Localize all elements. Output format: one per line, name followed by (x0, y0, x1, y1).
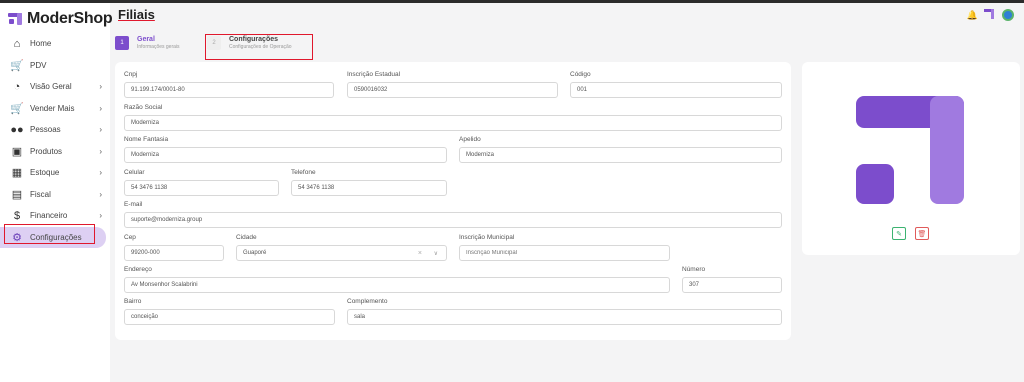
sidebar-item-label: Vender Mais (30, 103, 75, 113)
sidebar-item-estoque[interactable]: ▦ Estoque › (0, 162, 110, 184)
telefone-field[interactable]: 54 3476 1138 (291, 180, 447, 196)
cidade-select[interactable]: Guaporé × ∨ (236, 245, 447, 261)
inscricao-estadual-label: Inscrição Estadual (347, 71, 401, 78)
sidebar-item-pessoas[interactable]: ●● Pessoas › (0, 119, 110, 141)
chevron-right-icon: › (99, 189, 102, 199)
celular-field[interactable]: 54 3476 1138 (124, 180, 279, 196)
cart-icon: 🛒 (10, 59, 24, 72)
step-title: Geral (137, 36, 155, 43)
avatar[interactable] (1002, 9, 1014, 21)
razao-social-field[interactable]: Moderniza (124, 115, 782, 131)
numero-field[interactable]: 307 (682, 277, 782, 293)
sidebar-item-label: Visão Geral (30, 82, 72, 92)
chevron-down-icon[interactable]: ∨ (434, 250, 438, 257)
document-icon: ▤ (11, 188, 23, 201)
chevron-right-icon: › (99, 103, 102, 113)
celular-label: Celular (124, 169, 145, 176)
pie-chart-icon: ◔ (13, 80, 21, 93)
brand-mark-icon (8, 11, 24, 27)
step-subtitle: Informações gerais (137, 44, 180, 50)
cep-field[interactable]: 99200-000 (124, 245, 224, 261)
step-geral[interactable]: 1 Geral Informações gerais (115, 36, 180, 50)
edit-icon: ✎ (896, 230, 902, 238)
sidebar-item-label: PDV (30, 60, 47, 70)
dollar-icon: $ (13, 209, 21, 222)
page-title: Filiais (118, 7, 155, 22)
email-label: E-mail (124, 201, 143, 208)
cnpj-field[interactable]: 91.199.174/0001-80 (124, 82, 334, 98)
nome-fantasia-label: Nome Fantasia (124, 136, 169, 143)
edit-logo-button[interactable]: ✎ (892, 227, 906, 240)
complemento-field[interactable]: sala (347, 309, 782, 325)
sidebar-item-visao-geral[interactable]: ◔ Visão Geral › (0, 76, 110, 98)
inscricao-municipal-label: Inscrição Municipal (459, 234, 515, 241)
inscricao-municipal-field[interactable] (459, 245, 670, 261)
cart-plus-icon: 🛒 (10, 102, 24, 115)
chevron-right-icon: › (99, 211, 102, 221)
trash-icon: 🗑 (917, 230, 927, 238)
inscricao-estadual-field[interactable]: 0590016032 (347, 82, 558, 98)
sidebar-item-pdv[interactable]: 🛒 PDV (0, 55, 110, 77)
apelido-field[interactable]: Moderniza (459, 147, 782, 163)
cidade-value: Guaporé (243, 250, 267, 256)
complemento-label: Complemento (347, 298, 388, 305)
apelido-label: Apelido (459, 136, 481, 143)
chevron-right-icon: › (99, 146, 102, 156)
brand-mark-icon (984, 9, 996, 21)
brand-name: ModerShop (27, 10, 113, 27)
bell-icon[interactable]: 🔔 (967, 10, 978, 21)
bairro-field[interactable]: conceição (124, 309, 335, 325)
chevron-right-icon: › (99, 168, 102, 178)
cidade-label: Cidade (236, 234, 257, 241)
chevron-right-icon: › (99, 125, 102, 135)
telefone-label: Telefone (291, 169, 316, 176)
cnpj-label: Cnpj (124, 71, 138, 78)
delete-logo-button[interactable]: 🗑 (915, 227, 929, 240)
form-card (115, 62, 791, 340)
step-number: 1 (115, 36, 129, 50)
home-icon: ⌂ (13, 37, 21, 50)
email-field[interactable]: suporte@moderniza.group (124, 212, 782, 228)
sidebar-item-home[interactable]: ⌂ Home (0, 33, 110, 55)
chevron-right-icon: › (99, 82, 102, 92)
header-actions: 🔔 (967, 9, 1014, 21)
top-bar (0, 0, 1024, 3)
brand-logo[interactable]: ModerShop (8, 9, 113, 29)
endereco-label: Endereço (124, 266, 152, 273)
sidebar-item-label: Financeiro (30, 211, 68, 221)
company-logo-image (856, 96, 964, 204)
sidebar-item-label: Fiscal (30, 189, 51, 199)
endereco-field[interactable]: Av Monsenhor Scalabrini (124, 277, 670, 293)
highlight-box (4, 224, 95, 244)
users-icon: ●● (10, 123, 24, 136)
codigo-field[interactable]: 001 (570, 82, 782, 98)
cep-label: Cep (124, 234, 136, 241)
sidebar-item-label: Home (30, 39, 52, 49)
codigo-label: Código (570, 71, 591, 78)
sidebar-item-label: Estoque (30, 168, 60, 178)
razao-social-label: Razão Social (124, 104, 163, 111)
sidebar-item-label: Produtos (30, 146, 63, 156)
clear-icon[interactable]: × (418, 250, 422, 257)
sidebar-item-produtos[interactable]: ▣ Produtos › (0, 141, 110, 163)
numero-label: Número (682, 266, 706, 273)
nome-fantasia-field[interactable]: Moderniza (124, 147, 447, 163)
bairro-label: Bairro (124, 298, 142, 305)
sidebar: ModerShop ⌂ Home 🛒 PDV ◔ Visão Geral › 🛒… (0, 3, 113, 382)
sidebar-item-fiscal[interactable]: ▤ Fiscal › (0, 184, 110, 206)
sidebar-item-vender-mais[interactable]: 🛒 Vender Mais › (0, 98, 110, 120)
highlight-box (205, 34, 313, 60)
box-icon: ▣ (11, 145, 23, 158)
boxes-icon: ▦ (11, 167, 23, 180)
sidebar-nav: ⌂ Home 🛒 PDV ◔ Visão Geral › 🛒 Vender Ma… (0, 33, 110, 248)
logo-card (802, 62, 1020, 255)
sidebar-item-label: Pessoas (30, 125, 61, 135)
